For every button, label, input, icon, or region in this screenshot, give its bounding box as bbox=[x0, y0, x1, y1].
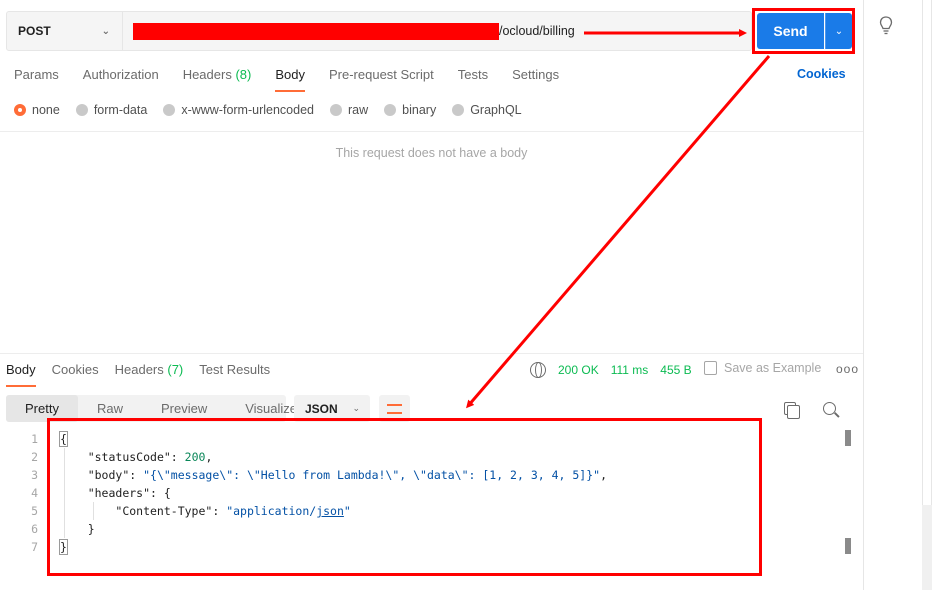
scrollbar-thumb[interactable] bbox=[845, 538, 851, 554]
tab-response-cookies[interactable]: Cookies bbox=[52, 362, 99, 387]
url-text: /ocloud/billing bbox=[499, 24, 575, 38]
globe-icon[interactable] bbox=[530, 362, 546, 378]
wrap-lines-icon bbox=[387, 403, 402, 414]
send-button[interactable]: Send bbox=[757, 13, 824, 49]
right-sidebar bbox=[865, 0, 936, 590]
line-number: 2 bbox=[31, 450, 38, 464]
save-icon bbox=[704, 361, 717, 375]
request-tabs: Params Authorization Headers (8) Body Pr… bbox=[14, 67, 583, 92]
status-code[interactable]: 200 OK bbox=[558, 363, 599, 377]
save-as-example-button[interactable]: Save as Example bbox=[704, 361, 821, 375]
send-dropdown-button[interactable]: ⌄ bbox=[825, 13, 852, 49]
redaction-bar bbox=[133, 22, 499, 40]
url-input[interactable]: /ocloud/billing bbox=[123, 12, 751, 50]
radio-icon bbox=[163, 104, 176, 116]
radio-raw[interactable]: raw bbox=[330, 103, 368, 117]
tab-body[interactable]: Body bbox=[275, 67, 305, 92]
line-number: 7 bbox=[31, 540, 38, 554]
line-number: 4 bbox=[31, 486, 38, 500]
radio-icon bbox=[330, 104, 342, 116]
copy-icon[interactable] bbox=[784, 402, 800, 419]
radio-icon bbox=[452, 104, 465, 116]
tab-test-results[interactable]: Test Results bbox=[199, 362, 270, 387]
response-size[interactable]: 455 B bbox=[660, 363, 691, 377]
line-number: 3 bbox=[31, 468, 38, 482]
method-label: POST bbox=[18, 24, 51, 38]
radio-graphql[interactable]: GraphQL bbox=[452, 103, 522, 117]
radio-icon bbox=[75, 104, 88, 116]
response-time[interactable]: 111 ms bbox=[611, 363, 649, 377]
response-highlight-box bbox=[47, 418, 762, 576]
tab-response-headers[interactable]: Headers (7) bbox=[115, 362, 184, 387]
radio-form-data[interactable]: form-data bbox=[75, 103, 147, 117]
response-tabs: Body Cookies Headers (7) Test Results bbox=[6, 362, 286, 387]
response-headers-count: (7) bbox=[167, 362, 184, 377]
more-options-icon[interactable]: ooo bbox=[836, 362, 859, 376]
response-meta: 200 OK 111 ms 455 B bbox=[530, 362, 704, 378]
radio-x-www-form-urlencoded[interactable]: x-www-form-urlencoded bbox=[163, 103, 314, 117]
search-icon[interactable] bbox=[823, 402, 836, 415]
line-number: 5 bbox=[31, 504, 38, 518]
body-type-radio-group: none form-data x-www-form-urlencoded raw… bbox=[14, 103, 538, 117]
window-scrollbar[interactable] bbox=[922, 0, 932, 590]
radio-none[interactable]: none bbox=[14, 103, 60, 117]
no-body-message: This request does not have a body bbox=[335, 146, 528, 160]
scrollbar-thumb[interactable] bbox=[845, 430, 851, 446]
divider bbox=[0, 353, 863, 354]
chevron-down-icon: ⌄ bbox=[101, 25, 110, 37]
tab-tests[interactable]: Tests bbox=[458, 67, 488, 92]
tab-authorization[interactable]: Authorization bbox=[83, 67, 159, 92]
radio-binary[interactable]: binary bbox=[384, 103, 436, 117]
send-highlight-box: Send ⌄ bbox=[752, 8, 855, 54]
tab-headers[interactable]: Headers (8) bbox=[183, 67, 252, 92]
chevron-down-icon: ⌄ bbox=[352, 403, 360, 413]
code-scrollbar[interactable] bbox=[845, 430, 851, 554]
tab-settings[interactable]: Settings bbox=[512, 67, 559, 92]
radio-selected-icon bbox=[14, 104, 26, 116]
request-bar: POST ⌄ /ocloud/billing bbox=[6, 11, 752, 51]
chevron-down-icon: ⌄ bbox=[834, 25, 844, 37]
method-select[interactable]: POST ⌄ bbox=[7, 12, 123, 50]
scrollbar-thumb[interactable] bbox=[922, 0, 932, 505]
line-number: 6 bbox=[31, 522, 38, 536]
request-panel: POST ⌄ /ocloud/billing Send ⌄ Params Aut… bbox=[0, 0, 864, 590]
headers-count: (8) bbox=[235, 67, 252, 82]
lightbulb-icon[interactable] bbox=[879, 16, 893, 36]
cookies-link[interactable]: Cookies bbox=[797, 67, 846, 81]
radio-icon bbox=[384, 104, 397, 116]
line-number: 1 bbox=[31, 432, 38, 446]
tab-response-body[interactable]: Body bbox=[6, 362, 36, 387]
divider bbox=[0, 131, 863, 132]
tab-pre-request-script[interactable]: Pre-request Script bbox=[329, 67, 434, 92]
tab-params[interactable]: Params bbox=[14, 67, 59, 92]
